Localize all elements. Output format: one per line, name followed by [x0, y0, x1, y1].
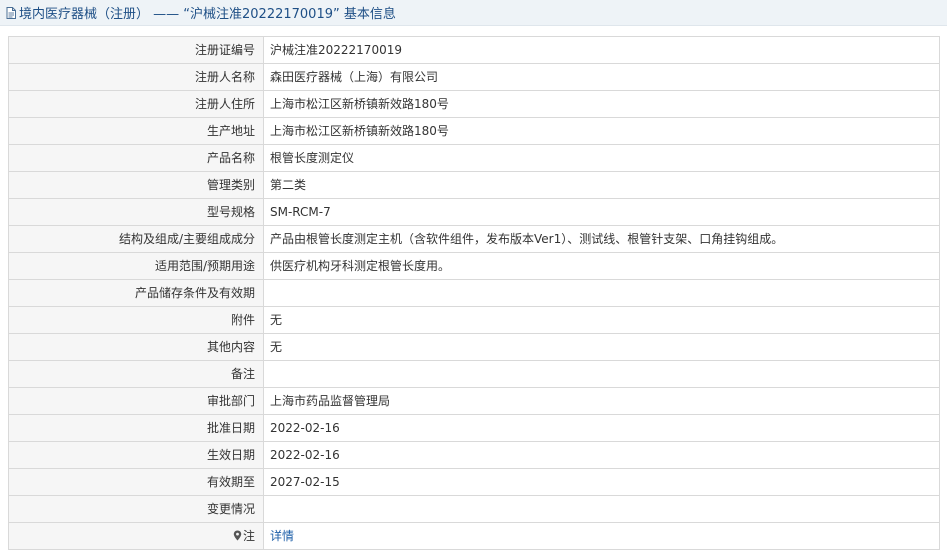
field-value: 第二类 [263, 171, 940, 199]
table-row: 生效日期 2022-02-16 [8, 441, 940, 469]
title-bar: 境内医疗器械（注册） —— “沪械注准20222170019” 基本信息 [0, 0, 947, 26]
field-value: 上海市松江区新桥镇新效路180号 [263, 90, 940, 118]
field-label: 审批部门 [8, 387, 264, 415]
field-label: 批准日期 [8, 414, 264, 442]
field-label: 附件 [8, 306, 264, 334]
registration-detail-page: 境内医疗器械（注册） —— “沪械注准20222170019” 基本信息 注册证… [0, 0, 947, 553]
field-value: 沪械注准20222170019 [263, 36, 940, 64]
field-label: 备注 [8, 360, 264, 388]
document-icon [6, 6, 16, 19]
field-label: 注册人名称 [8, 63, 264, 91]
table-row: 型号规格 SM-RCM-7 [8, 198, 940, 226]
table-row: 备注 [8, 360, 940, 388]
field-label: 变更情况 [8, 495, 264, 523]
field-label: 型号规格 [8, 198, 264, 226]
field-value: 上海市药品监督管理局 [263, 387, 940, 415]
page-title: 境内医疗器械（注册） —— “沪械注准20222170019” 基本信息 [19, 7, 396, 22]
table-row: 注册证编号 沪械注准20222170019 [8, 36, 940, 64]
field-value: 2022-02-16 [263, 414, 940, 442]
detail-link[interactable]: 详情 [270, 529, 294, 543]
field-label: 注册证编号 [8, 36, 264, 64]
field-label: 产品储存条件及有效期 [8, 279, 264, 307]
table-row: 适用范围/预期用途 供医疗机构牙科测定根管长度用。 [8, 252, 940, 280]
field-value: 森田医疗器械（上海）有限公司 [263, 63, 940, 91]
field-label: 适用范围/预期用途 [8, 252, 264, 280]
field-label: 其他内容 [8, 333, 264, 361]
note-label-cell: 注 [8, 522, 264, 550]
table-row: 审批部门 上海市药品监督管理局 [8, 387, 940, 415]
field-value: SM-RCM-7 [263, 198, 940, 226]
field-value [263, 495, 940, 523]
table-row-note: 注 详情 [8, 522, 940, 550]
field-value [263, 279, 940, 307]
table-row: 附件无 [8, 306, 940, 334]
table-row: 其他内容无 [8, 333, 940, 361]
field-label: 产品名称 [8, 144, 264, 172]
table-row: 结构及组成/主要组成成分 产品由根管长度测定主机（含软件组件，发布版本Ver1）、… [8, 225, 940, 253]
field-value: 无 [263, 306, 940, 334]
table-row: 批准日期 2022-02-16 [8, 414, 940, 442]
note-value-cell: 详情 [263, 522, 940, 550]
note-label: 注 [242, 529, 255, 543]
field-label: 管理类别 [8, 171, 264, 199]
field-label: 生效日期 [8, 441, 264, 469]
table-row: 变更情况 [8, 495, 940, 523]
field-value: 上海市松江区新桥镇新效路180号 [263, 117, 940, 145]
table-row: 产品名称 根管长度测定仪 [8, 144, 940, 172]
table-row: 管理类别 第二类 [8, 171, 940, 199]
field-value [263, 360, 940, 388]
field-label: 结构及组成/主要组成成分 [8, 225, 264, 253]
field-value: 供医疗机构牙科测定根管长度用。 [263, 252, 940, 280]
field-value: 根管长度测定仪 [263, 144, 940, 172]
table-row: 有效期至 2027-02-15 [8, 468, 940, 496]
field-label: 生产地址 [8, 117, 264, 145]
field-label: 注册人住所 [8, 90, 264, 118]
info-table: 注册证编号 沪械注准20222170019 注册人名称 森田医疗器械（上海）有限公司注… [8, 36, 940, 550]
table-row: 注册人住所 上海市松江区新桥镇新效路180号 [8, 90, 940, 118]
table-row: 生产地址 上海市松江区新桥镇新效路180号 [8, 117, 940, 145]
map-pin-icon [233, 530, 242, 541]
field-value: 2022-02-16 [263, 441, 940, 469]
field-value: 产品由根管长度测定主机（含软件组件，发布版本Ver1）、测试线、根管针支架、口角… [263, 225, 940, 253]
table-row: 注册人名称 森田医疗器械（上海）有限公司 [8, 63, 940, 91]
field-label: 有效期至 [8, 468, 264, 496]
field-value: 无 [263, 333, 940, 361]
table-row: 产品储存条件及有效期 [8, 279, 940, 307]
field-value: 2027-02-15 [263, 468, 940, 496]
